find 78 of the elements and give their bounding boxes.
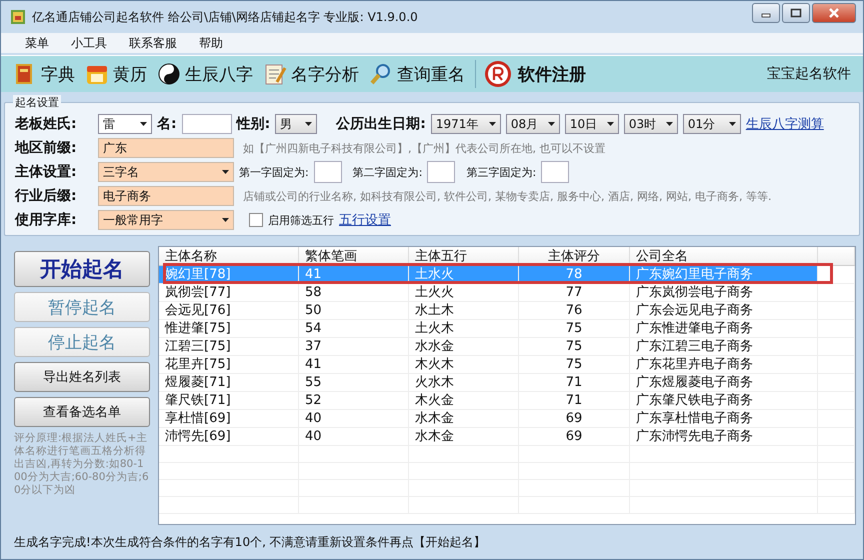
field-label: 行业后缀: bbox=[15, 187, 78, 205]
field-label: 第一字固定为: bbox=[239, 164, 309, 180]
restore-button[interactable] bbox=[782, 3, 810, 23]
char-field[interactable] bbox=[427, 161, 456, 183]
field-label: 使用字库: bbox=[15, 211, 78, 229]
field-label: 地区前缀: bbox=[15, 139, 78, 157]
table-row[interactable]: 沛愕先[69] 40 水木金 69 广东沛愕先电子商务 bbox=[159, 428, 854, 446]
toolbar-button[interactable]: 字典 bbox=[13, 62, 75, 86]
date-dropdown[interactable]: 01分 bbox=[682, 114, 741, 134]
field-label: 第二字固定为: bbox=[352, 164, 422, 180]
field-label: 主体设置: bbox=[15, 163, 78, 181]
window-title: 亿名通店铺公司起名软件 给公司\店铺\网络店铺起名字 专业版: V1.9.0.0 bbox=[32, 8, 419, 26]
date-dropdown[interactable]: 08月 bbox=[506, 114, 560, 134]
dropdown-arrow-icon bbox=[488, 122, 496, 126]
field-label: 老板姓氏: bbox=[15, 115, 78, 133]
toolbar-button[interactable]: 黄历 bbox=[85, 62, 147, 86]
hint-text: 如【广州四新电子科技有限公司】,【广州】代表公司所在地, 也可以不设置 bbox=[243, 140, 606, 156]
name-field[interactable] bbox=[182, 114, 232, 134]
notepad-icon bbox=[263, 62, 287, 86]
dropdown-arrow-icon bbox=[728, 122, 736, 126]
industry-field[interactable]: 电子商务 bbox=[98, 186, 234, 206]
field-label: 公历出生日期: bbox=[336, 115, 426, 133]
date-dropdown[interactable]: 03时 bbox=[624, 114, 678, 134]
table-row[interactable]: 江碧三[75] 37 水水金 75 广东江碧三电子商务 bbox=[159, 338, 854, 356]
bazi-link[interactable]: 生辰八字测算 bbox=[746, 115, 824, 133]
dropdown-arrow-icon bbox=[666, 122, 673, 126]
app-icon bbox=[10, 9, 26, 25]
menu-item[interactable]: 联系客服 bbox=[129, 34, 177, 52]
table-row[interactable]: 享杜惜[69] 40 水木金 69 广东享杜惜电子商务 bbox=[159, 410, 854, 428]
date-dropdown[interactable]: 10日 bbox=[564, 114, 619, 134]
table-row[interactable]: 花里卉[75] 41 木火木 75 广东花里卉电子商务 bbox=[159, 356, 854, 374]
char-field[interactable] bbox=[541, 161, 570, 183]
toolbar-button[interactable]: 名字分析 bbox=[263, 62, 359, 86]
region-field[interactable]: 广东 bbox=[98, 138, 234, 158]
toolbar-button[interactable]: 软件注册 bbox=[475, 60, 586, 88]
dropdown-arrow-icon bbox=[305, 122, 312, 126]
table-row[interactable]: 煜履菱[71] 55 火水木 71 广东煜履菱电子商务 bbox=[159, 374, 854, 392]
status-text: 生成名字完成!本次生成符合条件的名字有10个, 不满意请重新设置条件再点【开始起名】 bbox=[13, 534, 487, 550]
field-label: 性别: bbox=[236, 115, 270, 133]
close-button[interactable] bbox=[812, 3, 856, 23]
surname-dropdown[interactable]: 雷 bbox=[98, 114, 152, 134]
table-row[interactable]: 肇尺铁[71] 52 木火金 71 广东肇尺铁电子商务 bbox=[159, 392, 854, 410]
search-icon bbox=[369, 62, 393, 86]
dropdown-arrow-icon bbox=[140, 122, 147, 126]
action-button[interactable]: 开始起名 bbox=[14, 251, 150, 287]
menu-item[interactable]: 菜单 bbox=[25, 34, 49, 52]
table-row[interactable]: 岚彻尝[77] 58 土火火 77 广东岚彻尝电子商务 bbox=[159, 284, 854, 302]
charset-dropdown[interactable]: 一般常用字 bbox=[98, 210, 234, 230]
field-label: 第三字固定为: bbox=[466, 164, 536, 180]
action-button[interactable]: 查看备选名单 bbox=[14, 397, 150, 427]
dropdown-arrow-icon bbox=[222, 218, 229, 222]
minimize-button[interactable] bbox=[752, 3, 780, 23]
char-field[interactable] bbox=[314, 161, 342, 183]
restore-icon bbox=[790, 8, 802, 18]
group-title: 起名设置 bbox=[13, 95, 61, 110]
toolbar-button[interactable]: 生辰八字 bbox=[157, 62, 253, 86]
table-row[interactable]: 会远见[76] 50 水土木 76 广东会远见电子商务 bbox=[159, 302, 854, 320]
toolbar-button[interactable]: 查询重名 bbox=[369, 62, 465, 86]
checkbox-label: 启用筛选五行 bbox=[268, 212, 334, 228]
product-label: 宝宝起名软件 bbox=[767, 65, 851, 83]
checkbox[interactable] bbox=[249, 213, 263, 227]
date-dropdown[interactable]: 1971年 bbox=[430, 114, 501, 134]
table-row[interactable]: 惟进肇[75] 54 土火木 75 广东惟进肇电子商务 bbox=[159, 320, 854, 338]
wuxing-link[interactable]: 五行设置 bbox=[339, 211, 391, 229]
registered-mark-icon bbox=[484, 60, 512, 88]
scoring-note: 评分原理:根据法人姓氏+主体名称进行笔画五格分析得出吉凶,再转为分数:如80-100分为大吉;60-80分为吉;60分以下为凶 bbox=[14, 432, 150, 497]
dropdown-arrow-icon bbox=[222, 170, 229, 174]
dropdown-arrow-icon bbox=[606, 122, 614, 126]
menu-item[interactable]: 小工具 bbox=[71, 34, 107, 52]
action-button[interactable]: 导出姓名列表 bbox=[14, 362, 150, 392]
yin-yang-icon bbox=[157, 62, 181, 86]
menu-item[interactable]: 帮助 bbox=[199, 34, 223, 52]
dropdown-arrow-icon bbox=[548, 122, 555, 126]
hint-text: 店铺或公司的行业名称, 如科技有限公司, 软件公司, 某物专卖店, 服务中心, 酒店, 网络, 网站, 电子商务, 等等. bbox=[243, 188, 772, 204]
name-type-dropdown[interactable]: 三字名 bbox=[98, 162, 234, 182]
field-label: 名: bbox=[157, 115, 177, 133]
gender-dropdown[interactable]: 男 bbox=[275, 114, 318, 134]
close-icon bbox=[828, 8, 840, 18]
